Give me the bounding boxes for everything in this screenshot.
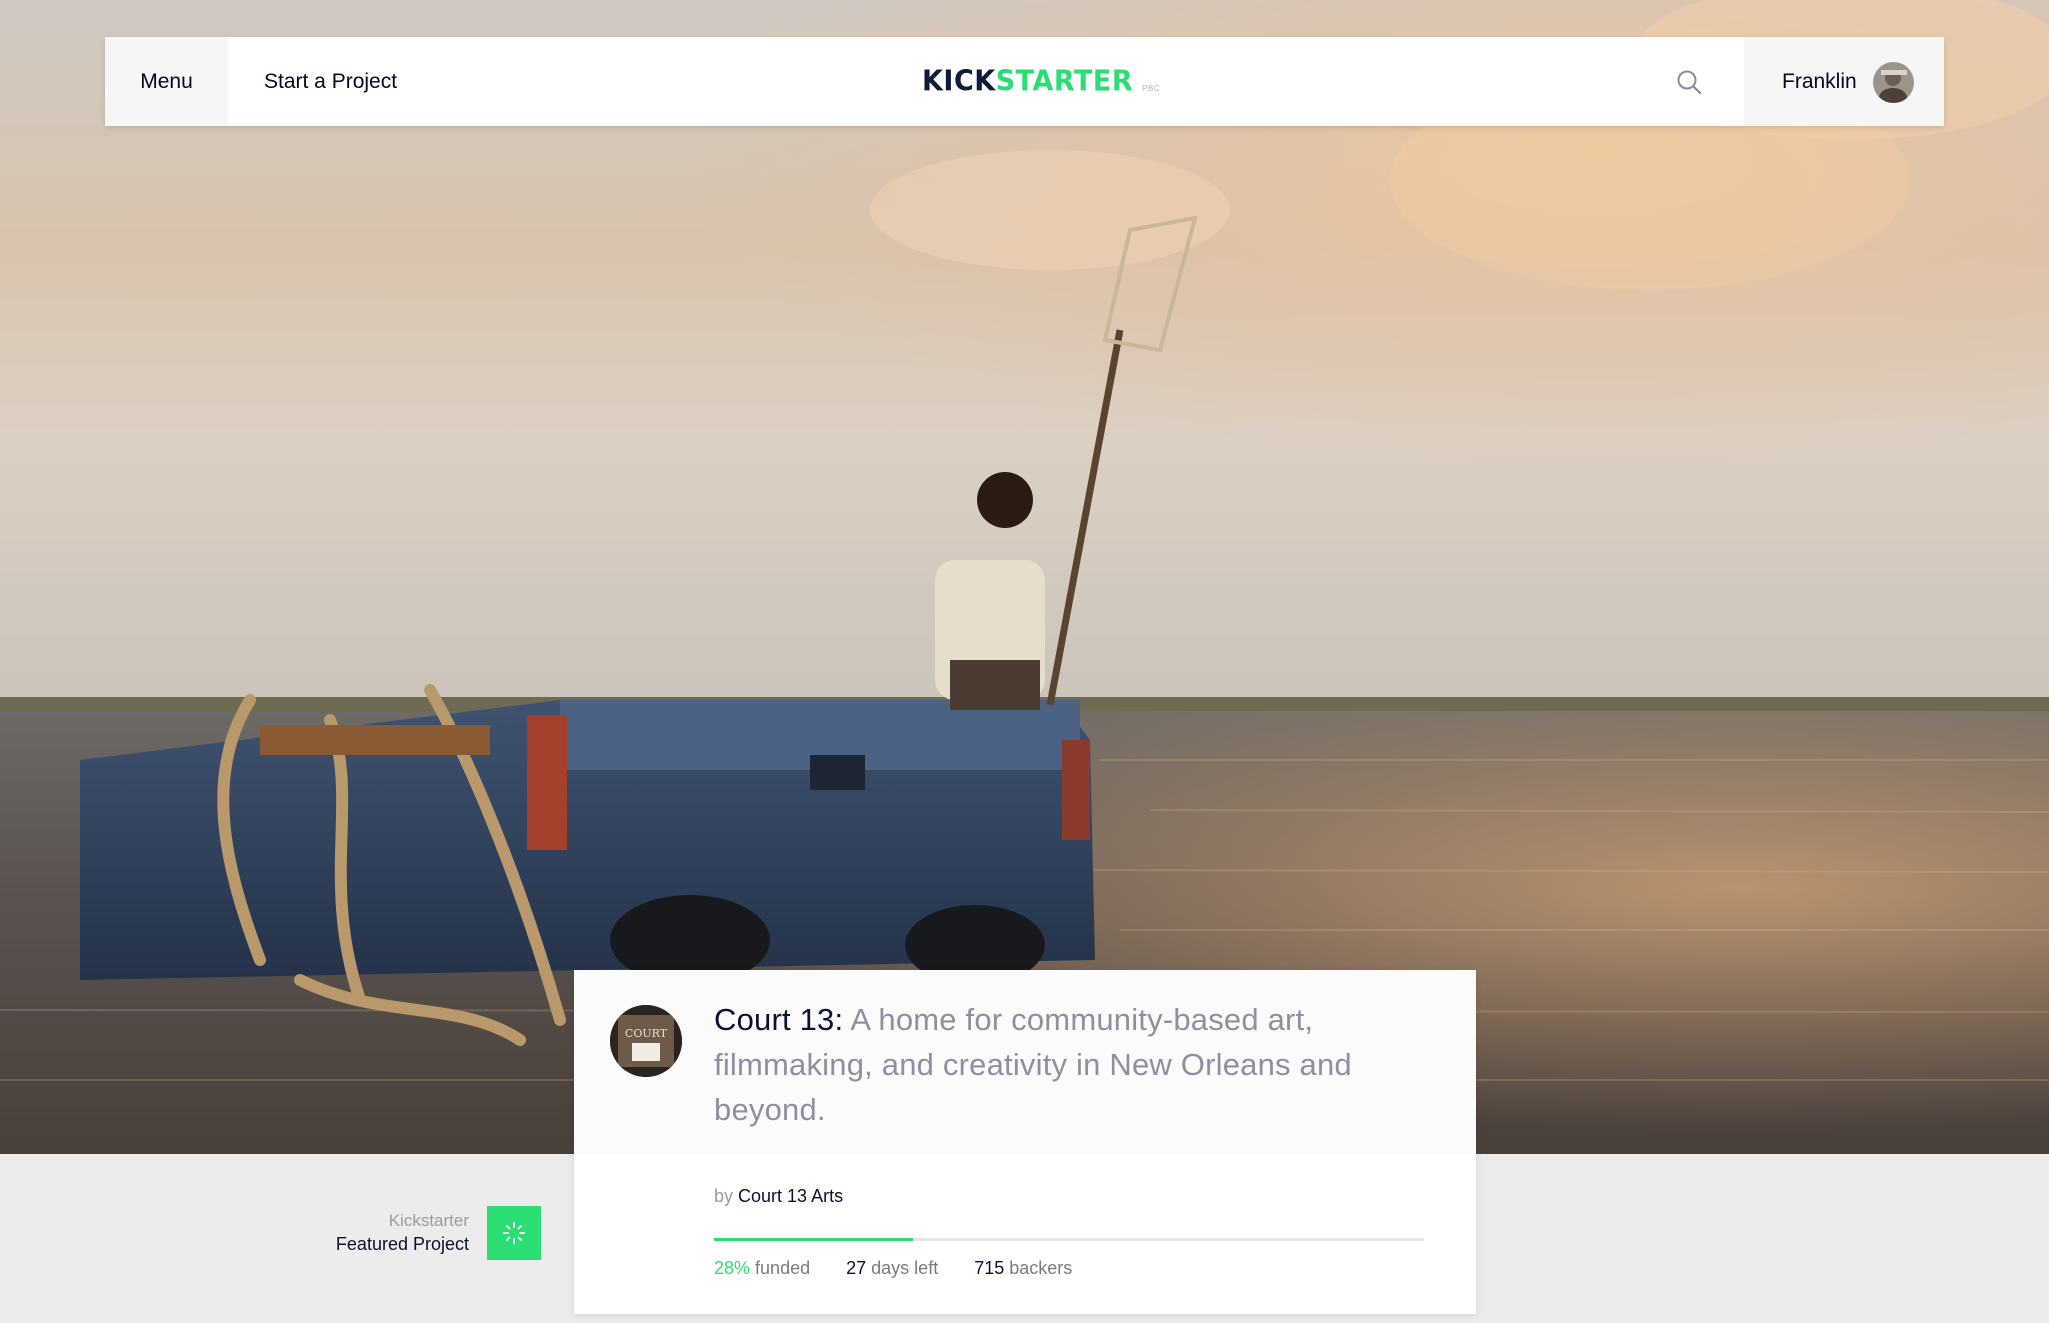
top-navbar: Menu Start a Project KICK STARTER PBC Fra… — [105, 37, 1944, 126]
featured-line2: Featured Project — [335, 1234, 469, 1254]
backers-label: backers — [1009, 1258, 1073, 1278]
project-logo[interactable]: COURT — [610, 1005, 682, 1077]
featured-label: Kickstarter Featured Project — [336, 1210, 469, 1256]
start-project-link[interactable]: Start a Project — [264, 37, 397, 126]
backers-value: 715 — [974, 1258, 1005, 1278]
project-logo-text: COURT — [625, 1027, 668, 1040]
start-project-label: Start a Project — [264, 69, 398, 93]
kickstarter-logo[interactable]: KICK STARTER PBC — [922, 37, 1160, 126]
funded-label: funded — [755, 1258, 811, 1278]
search-icon[interactable] — [1675, 68, 1703, 96]
stat-days-left: 27 days left — [846, 1258, 938, 1279]
logo-pbc-text: PBC — [1142, 84, 1161, 93]
logo-kick-text: KICK — [922, 65, 996, 98]
avatar[interactable] — [1873, 62, 1914, 103]
days-label: days left — [871, 1258, 939, 1278]
logo-starter-text: STARTER — [995, 65, 1134, 98]
creator-link[interactable]: Court 13 Arts — [738, 1186, 843, 1206]
user-menu[interactable]: Franklin — [1744, 37, 1944, 126]
menu-button[interactable]: Menu — [105, 37, 228, 126]
user-name: Franklin — [1782, 69, 1857, 93]
project-stats: 28% funded 27 days left 715 backers — [714, 1258, 1108, 1279]
project-headline: Court 13: A home for community-based art… — [714, 997, 1414, 1132]
days-value: 27 — [846, 1258, 867, 1278]
menu-label: Menu — [140, 69, 193, 93]
by-prefix: by — [714, 1186, 734, 1206]
stat-backers: 715 backers — [974, 1258, 1072, 1279]
featured-badge-icon — [487, 1206, 541, 1260]
featured-line1: Kickstarter — [388, 1211, 469, 1230]
funding-progress-fill — [714, 1238, 913, 1241]
featured-project-card[interactable]: COURT Court 13: A home for community-bas… — [574, 970, 1476, 1314]
stat-funded: 28% funded — [714, 1258, 810, 1279]
funding-progress-bar — [714, 1238, 1424, 1241]
funded-value: 28% — [714, 1258, 751, 1278]
project-name[interactable]: Court 13: — [714, 1002, 843, 1037]
project-byline: by Court 13 Arts — [714, 1186, 843, 1207]
